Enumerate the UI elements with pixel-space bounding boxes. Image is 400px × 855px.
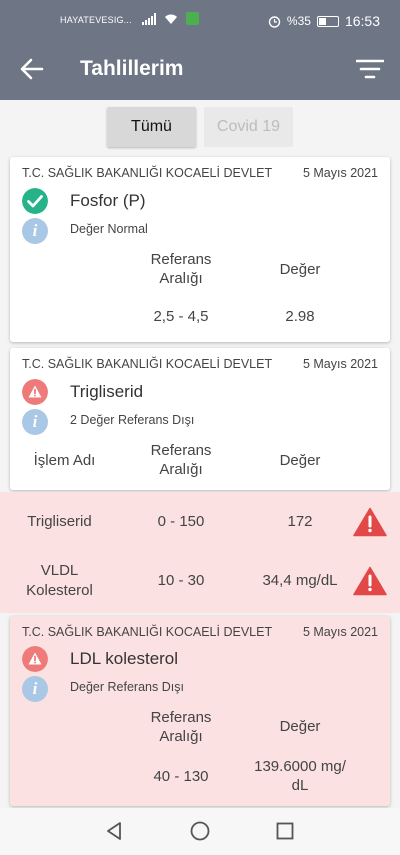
info-icon: i [22, 218, 48, 244]
result-date: 5 Mayıs 2021 [302, 357, 378, 371]
column-header-value: Değer [279, 718, 321, 735]
test-name: Trigliserid [70, 382, 144, 401]
status-text: Değer Referans Dışı [70, 680, 184, 694]
result-date: 5 Mayıs 2021 [302, 625, 378, 639]
warning-triangle-icon [353, 566, 387, 596]
result-card-trigliserid[interactable]: T.C. SAĞLIK BAKANLIĞI KOCAELİ DEVLET 5 M… [10, 348, 390, 490]
hospital-name: T.C. SAĞLIK BAKANLIĞI KOCAELİ DEVLET [22, 166, 273, 180]
wifi-icon [165, 14, 177, 24]
battery-percent: %35 [286, 14, 311, 28]
result-value: 2.98 [285, 308, 315, 325]
sub-result-reference: 10 - 30 [157, 572, 205, 589]
reference-range: 40 - 130 [153, 768, 209, 785]
column-header-value: Değer [279, 261, 321, 278]
alarm-icon [268, 15, 281, 28]
test-name: Fosfor (P) [70, 191, 146, 210]
sub-result-value: 34,4 mg/dL [262, 572, 338, 589]
sub-result-name: Trigliserid [27, 513, 92, 530]
tab-all[interactable]: Tümü [107, 107, 196, 147]
clock: 16:53 [344, 13, 380, 29]
signal-group [142, 12, 199, 25]
warning-circle-icon [22, 646, 48, 672]
column-header-reference: Referans Aralığı [150, 442, 212, 478]
nav-back-icon[interactable] [103, 820, 125, 842]
info-icon: i [22, 676, 48, 702]
carrier-name: HAYATEVESIG... [60, 15, 132, 25]
tab-covid19[interactable]: Covid 19 [204, 107, 293, 147]
page-title: Tahlillerim [80, 57, 184, 80]
result-value: 139.6000 mg/ dL [254, 758, 346, 794]
column-header-reference: Referans Aralığı [150, 709, 212, 745]
status-text: Değer Normal [70, 222, 148, 236]
back-arrow-icon[interactable] [18, 55, 46, 83]
sub-result-reference: 0 - 150 [157, 513, 205, 530]
hospital-name: T.C. SAĞLIK BAKANLIĞI KOCAELİ DEVLET [22, 625, 273, 639]
notification-app-icon [186, 12, 199, 25]
result-date: 5 Mayıs 2021 [302, 166, 378, 180]
sub-result-value: 172 [287, 513, 313, 530]
system-nav-bar [0, 808, 400, 855]
hospital-name: T.C. SAĞLIK BAKANLIĞI KOCAELİ DEVLET [22, 357, 273, 371]
result-card-fosfor[interactable]: T.C. SAĞLIK BAKANLIĞI KOCAELİ DEVLET 5 M… [10, 157, 390, 342]
check-icon [22, 188, 48, 214]
nav-home-icon[interactable] [189, 820, 211, 842]
warning-circle-icon [22, 379, 48, 405]
sub-result-name: VLDL Kolesterol [26, 562, 93, 599]
out-of-range-results: Trigliserid 0 - 150 172 VLDL Kolesterol … [0, 492, 400, 613]
filter-tabs: Tümü Covid 19 [0, 107, 400, 147]
reference-range: 2,5 - 4,5 [153, 308, 209, 325]
column-header-test-name: İşlem Adı [33, 452, 96, 469]
app-bar: Tahlillerim [0, 38, 400, 100]
info-icon: i [22, 409, 48, 435]
column-header-value: Değer [279, 452, 321, 469]
result-card-ldl[interactable]: T.C. SAĞLIK BAKANLIĞI KOCAELİ DEVLET 5 M… [10, 616, 390, 806]
status-right: %35 16:53 [268, 13, 380, 29]
status-bar: HAYATEVESIG... %35 16:53 [0, 0, 400, 38]
cell-signal-icon [142, 13, 156, 25]
test-name: LDL kolesterol [70, 649, 179, 668]
warning-triangle-icon [353, 507, 387, 537]
battery-icon [316, 15, 339, 27]
filter-icon[interactable] [356, 58, 384, 80]
column-header-reference: Referans Aralığı [150, 251, 212, 287]
nav-recents-icon[interactable] [274, 820, 296, 842]
status-text: 2 Değer Referans Dışı [70, 413, 195, 427]
